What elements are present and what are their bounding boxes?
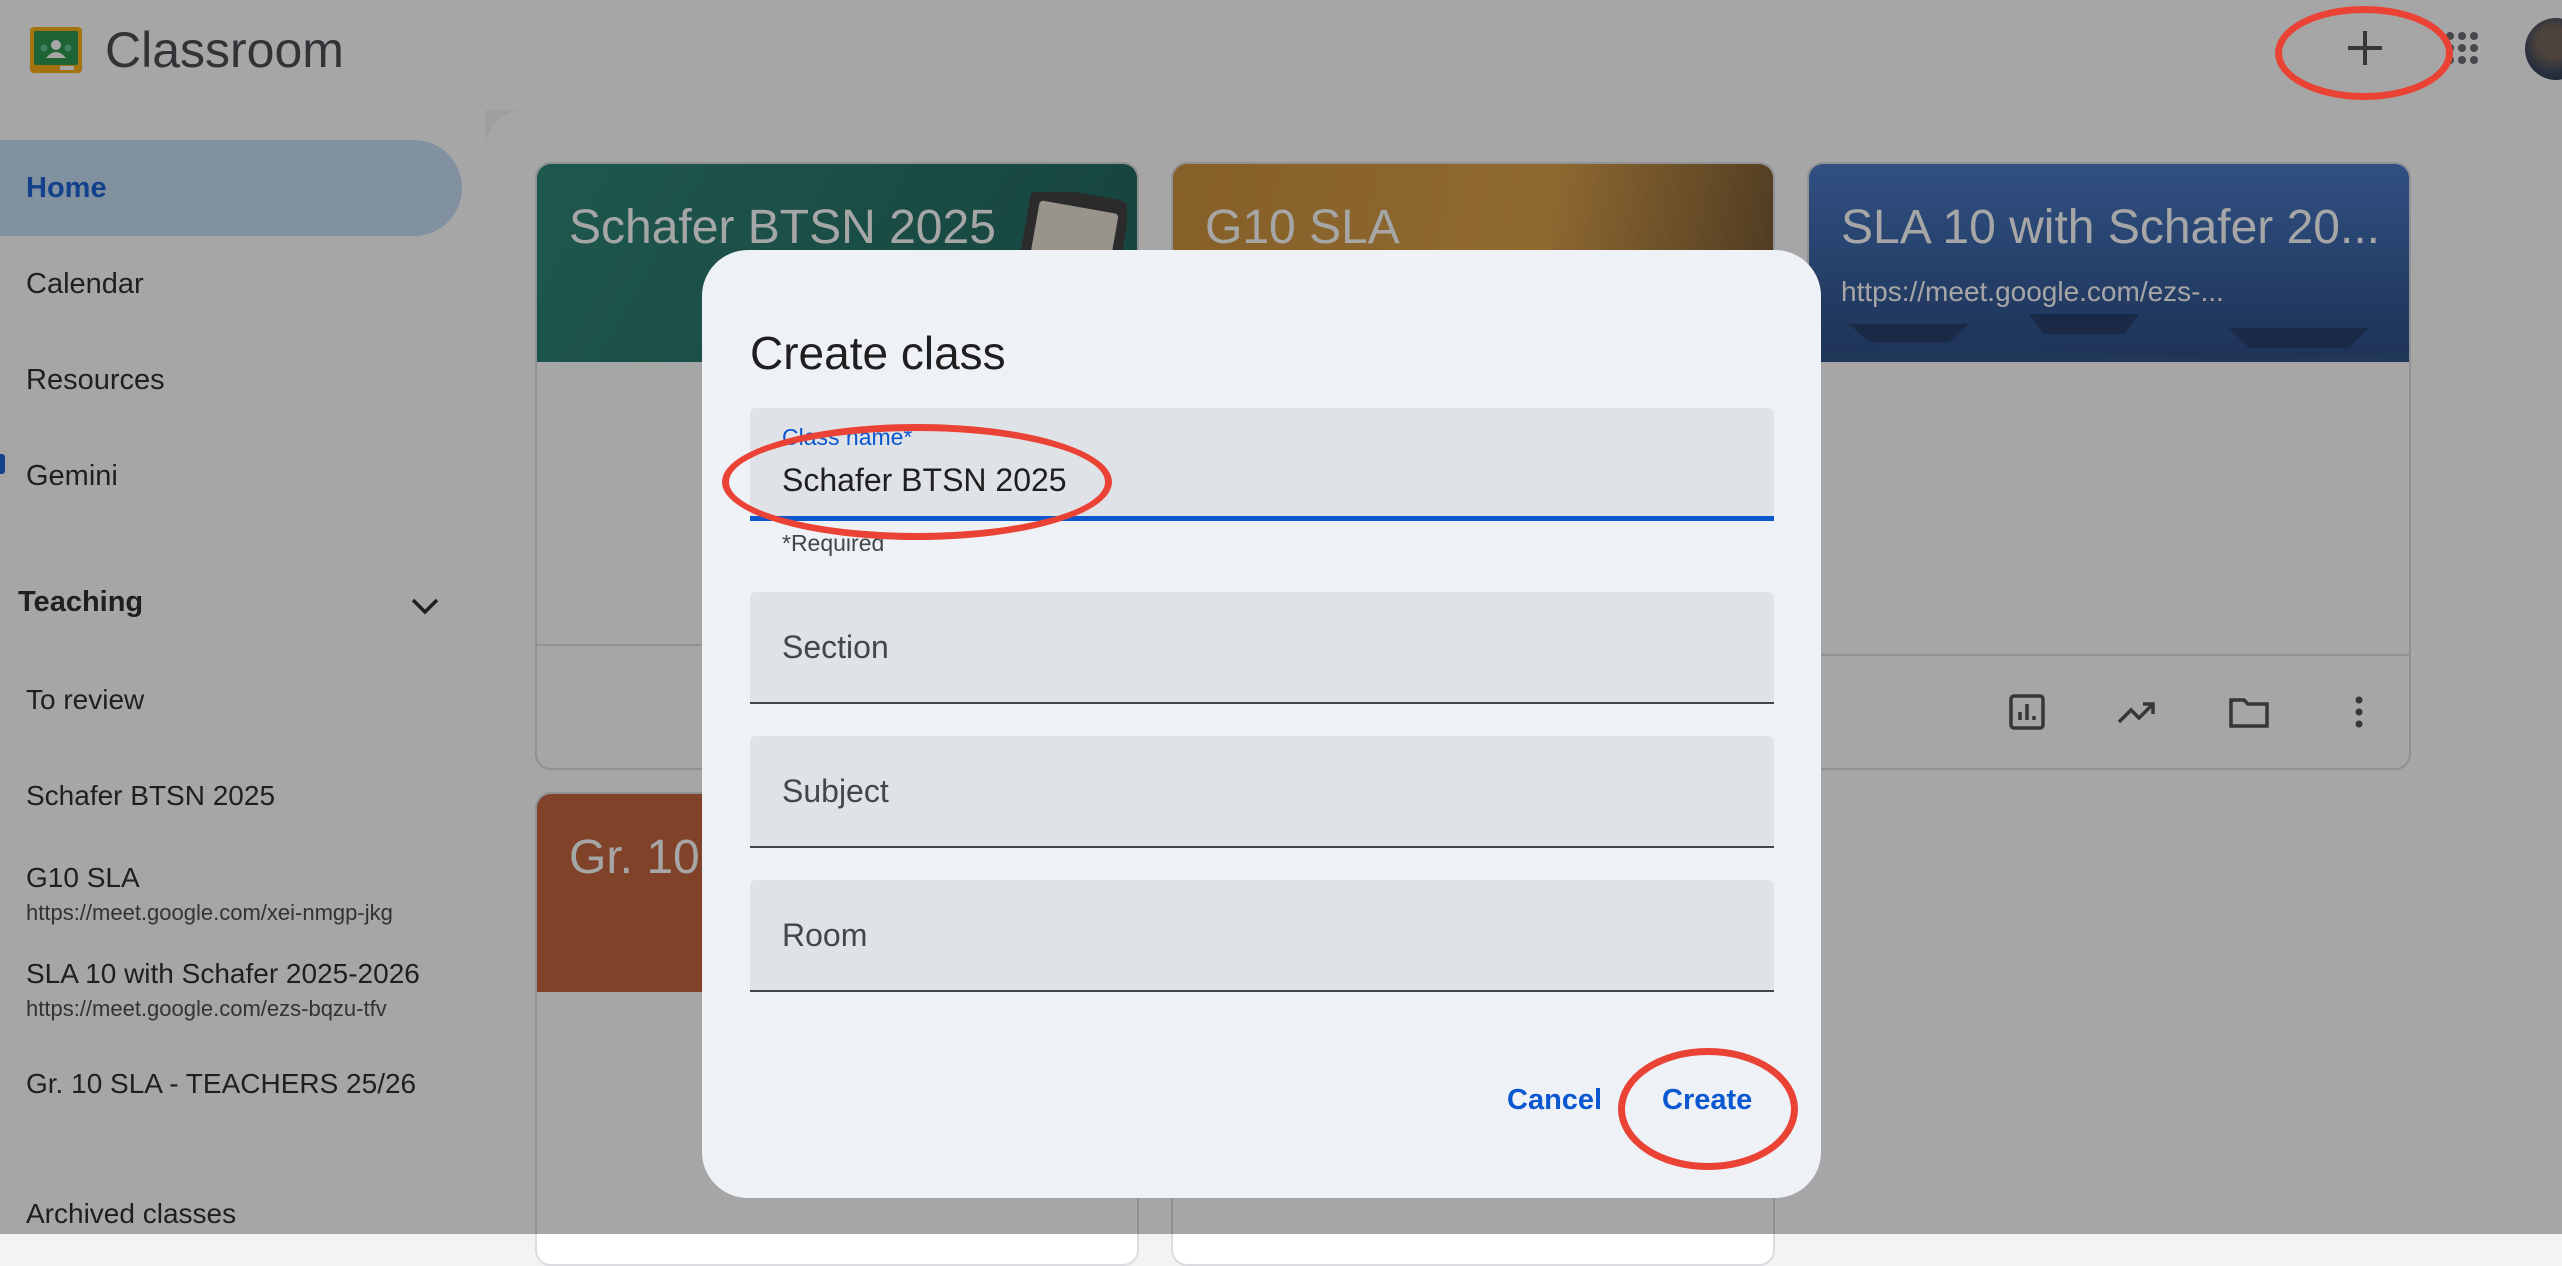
dialog-title: Create class [750,327,1006,379]
annotation-circle-class-name [722,424,1112,540]
section-field[interactable]: Section [750,592,1774,704]
annotation-circle-plus [2275,6,2453,100]
section-input[interactable]: Section [782,592,889,702]
subject-input[interactable]: Subject [782,736,889,846]
annotation-circle-create [1618,1048,1798,1170]
room-field[interactable]: Room [750,880,1774,992]
room-input[interactable]: Room [782,880,867,990]
create-class-dialog: Create class Class name* Schafer BTSN 20… [702,250,1821,1198]
subject-field[interactable]: Subject [750,736,1774,848]
cancel-button[interactable]: Cancel [1507,1080,1602,1120]
